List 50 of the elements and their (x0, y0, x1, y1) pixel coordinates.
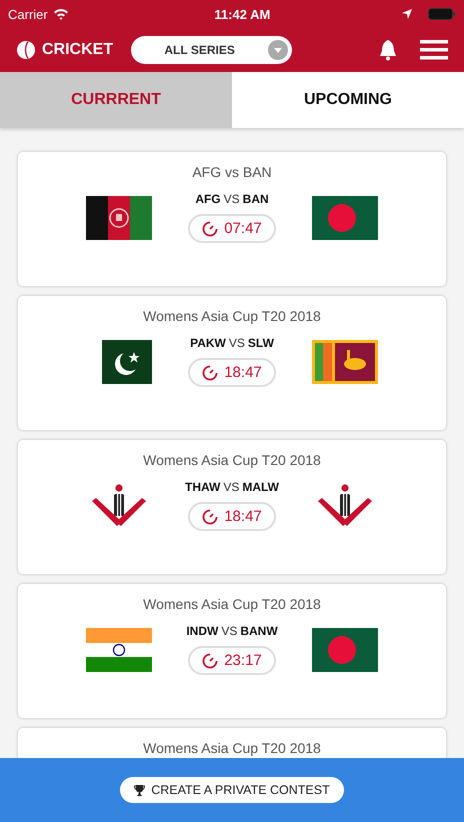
vs-label: VS (223, 480, 240, 494)
caret-icon (268, 40, 288, 60)
match-card[interactable]: Womens Asia Cup T20 2018 THAW VS MALW 18:47 (18, 440, 446, 574)
tab[interactable]: CURRRENT (0, 72, 232, 128)
series-title: AFG vs BAN (192, 164, 272, 180)
team-code: BAN (242, 192, 269, 206)
team-code: AFG (195, 192, 221, 206)
match-card[interactable]: AFG vs BAN AFG VS BAN 07:47 (18, 152, 446, 286)
menu-icon[interactable] (420, 39, 448, 61)
series-dropdown[interactable]: ALL SERIES (131, 36, 292, 64)
team-code: PAKW (190, 336, 226, 350)
team-code: THAW (185, 480, 220, 494)
create-contest-button[interactable]: CREATE A PRIVATE CONTEST (120, 777, 344, 803)
battery-icon (428, 8, 456, 20)
countdown-pill: 23:17 (188, 646, 276, 675)
trophy-icon (134, 784, 146, 796)
flag (312, 196, 378, 240)
series-title: Womens Asia Cup T20 2018 (143, 308, 321, 324)
vs-label: VS (228, 336, 245, 350)
flag (86, 628, 152, 672)
app-logo-text: CRICKET (42, 41, 114, 59)
match-card[interactable]: Womens Asia Cup T20 2018 (18, 728, 446, 758)
flag (312, 340, 378, 384)
team-code: INDW (186, 624, 218, 638)
timer-icon (202, 364, 218, 380)
series-title: Womens Asia Cup T20 2018 (143, 596, 321, 612)
flag (86, 196, 152, 240)
flag (312, 628, 378, 672)
timer-icon (202, 652, 218, 668)
vs-label: VS (221, 624, 238, 638)
countdown-pill: 07:47 (188, 214, 276, 243)
tab[interactable]: UPCOMING (232, 72, 464, 128)
team-code: BANW (240, 624, 278, 638)
series-title: Womens Asia Cup T20 2018 (143, 452, 321, 468)
carrier-label: Carrier (8, 6, 48, 22)
match-card[interactable]: Womens Asia Cup T20 2018 INDW VS BANW 23:17 (18, 584, 446, 718)
cricket-ball-icon (16, 40, 36, 60)
timer-icon (202, 508, 218, 524)
countdown-pill: 18:47 (188, 358, 276, 387)
countdown-pill: 18:47 (188, 502, 276, 531)
vs-label: VS (224, 192, 240, 206)
team-code: SLW (248, 336, 274, 350)
location-arrow-icon (402, 9, 412, 19)
match-card[interactable]: Womens Asia Cup T20 2018 PAKW VS SLW 18:47 (18, 296, 446, 430)
team-code: MALW (242, 480, 279, 494)
clock: 11:42 AM (213, 6, 272, 22)
series-title: Womens Asia Cup T20 2018 (143, 740, 321, 756)
bell-icon[interactable] (378, 39, 398, 61)
wifi-icon (52, 8, 69, 20)
timer-icon (202, 220, 218, 236)
